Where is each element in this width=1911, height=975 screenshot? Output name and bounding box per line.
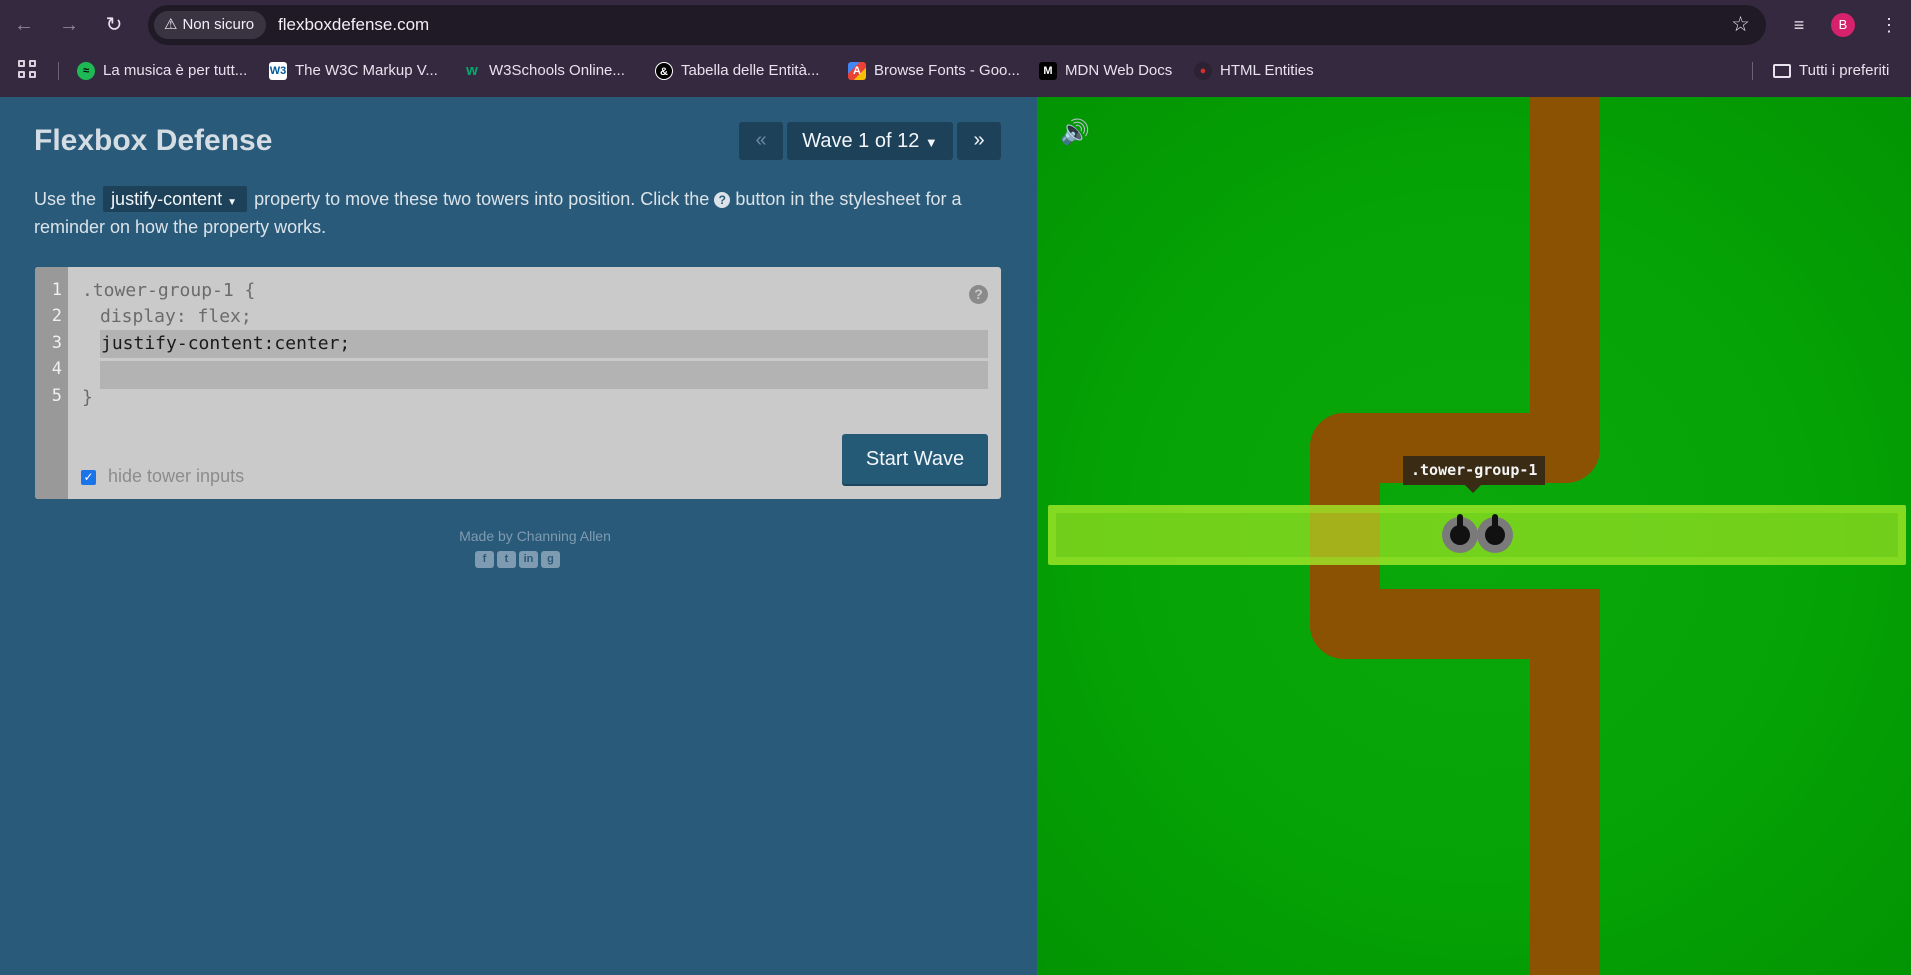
profile-avatar[interactable]: B xyxy=(1831,13,1855,37)
folder-icon xyxy=(1773,63,1791,78)
warning-icon: ⚠ xyxy=(164,16,178,33)
instructions-before: Use the xyxy=(34,189,97,209)
bookmark-label: Tabella delle Entità... xyxy=(681,62,820,79)
menu-kebab-icon[interactable]: ⋮ xyxy=(1876,12,1902,38)
sound-toggle-icon[interactable]: 🔊 xyxy=(1060,118,1090,147)
address-bar[interactable]: ⚠ Non sicuro flexboxdefense.com ☆ xyxy=(148,5,1766,45)
caret-down-icon: ▼ xyxy=(227,197,238,208)
linkedin-icon[interactable]: in xyxy=(519,551,538,568)
enemy-path xyxy=(1530,589,1600,975)
back-button[interactable]: ← xyxy=(11,12,37,38)
twitter-icon[interactable]: t xyxy=(497,551,516,568)
property-dropdown[interactable]: justify-content ▼ xyxy=(103,186,248,212)
facebook-icon[interactable]: f xyxy=(475,551,494,568)
bookmark-label: The W3C Markup V... xyxy=(295,62,438,79)
tower-group-tooltip: .tower-group-1 xyxy=(1403,456,1546,485)
url-text[interactable]: flexboxdefense.com xyxy=(278,5,429,45)
game-board: 🔊 .tower-group-1 xyxy=(1037,97,1911,975)
bookmark-spotify[interactable]: ≈ La musica è per tutt... xyxy=(77,50,247,91)
bookmark-google-fonts[interactable]: A Browse Fonts - Goo... xyxy=(848,50,1020,91)
google-fonts-icon: A xyxy=(848,61,866,80)
code-closing-brace: } xyxy=(82,387,93,408)
bookmark-label: HTML Entities xyxy=(1220,62,1314,79)
property-name: justify-content xyxy=(111,189,223,209)
entities-icon: & xyxy=(655,61,673,80)
security-label: Non sicuro xyxy=(182,16,255,33)
start-wave-button[interactable]: Start Wave xyxy=(842,434,988,484)
tower xyxy=(1442,514,1478,553)
spotify-icon: ≈ xyxy=(77,61,95,80)
bookmark-label: Browse Fonts - Goo... xyxy=(874,62,1020,79)
media-control-icon[interactable]: ≡ xyxy=(1786,12,1812,38)
mdn-icon: M xyxy=(1039,61,1057,80)
next-wave-button[interactable]: » xyxy=(957,122,1001,160)
credit-text: Made by Channing Allen xyxy=(459,528,611,544)
social-links: f t in g xyxy=(475,551,560,568)
w3c-icon: W3 xyxy=(269,61,287,80)
browser-chrome: ← → ↻ ⚠ Non sicuro flexboxdefense.com ☆ ≡… xyxy=(0,0,1911,97)
bookmark-label: MDN Web Docs xyxy=(1065,62,1173,79)
bookmark-html-entities[interactable]: ● HTML Entities xyxy=(1194,50,1314,91)
bookmark-star-icon[interactable]: ☆ xyxy=(1731,5,1750,45)
hide-inputs-checkbox[interactable]: ✓ xyxy=(81,470,96,485)
css-input-line-4[interactable] xyxy=(100,361,988,389)
reload-button[interactable]: ↻ xyxy=(101,12,127,38)
wave-selector[interactable]: Wave 1 of 12 ▼ xyxy=(787,122,953,160)
instructions-middle: property to move these two towers into p… xyxy=(254,189,710,209)
bookmark-w3c[interactable]: W3 The W3C Markup V... xyxy=(269,50,438,91)
caret-down-icon: ▼ xyxy=(924,135,938,150)
browser-toolbar: ← → ↻ ⚠ Non sicuro flexboxdefense.com ☆ ≡… xyxy=(0,0,1911,50)
w3schools-icon: w xyxy=(466,61,478,79)
stylesheet-editor: 1 2 3 4 5 .tower-group-1 { display: flex… xyxy=(35,267,1001,499)
hide-inputs-label[interactable]: hide tower inputs xyxy=(108,466,244,487)
bookmarks-separator xyxy=(1752,62,1753,80)
github-icon[interactable]: g xyxy=(541,551,560,568)
code-selector-line: .tower-group-1 { xyxy=(82,280,256,301)
line-number: 1 xyxy=(51,280,62,300)
html-entities-icon: ● xyxy=(1194,61,1212,80)
code-display-line: display: flex; xyxy=(100,306,252,327)
help-question-button[interactable]: ? xyxy=(969,285,988,304)
page-title: Flexbox Defense xyxy=(34,124,273,157)
bookmarks-bar: ≈ La musica è per tutt... W3 The W3C Marku… xyxy=(0,50,1911,91)
prev-wave-button[interactable]: « xyxy=(739,122,783,160)
instructions-text: Use the justify-content ▼ property to mo… xyxy=(34,185,1004,241)
line-number: 5 xyxy=(51,386,62,406)
wave-label: Wave 1 of 12 xyxy=(802,130,920,152)
forward-button[interactable]: → xyxy=(56,12,82,38)
instructions-panel: Flexbox Defense « Wave 1 of 12 ▼ » Use t… xyxy=(0,97,1037,975)
css-input-line-3[interactable]: justify-content:center; xyxy=(100,330,988,358)
bookmark-w3schools[interactable]: w W3Schools Online... xyxy=(463,50,625,91)
line-number: 4 xyxy=(51,359,62,379)
line-number: 2 xyxy=(51,306,62,326)
line-number: 3 xyxy=(51,333,62,353)
security-chip[interactable]: ⚠ Non sicuro xyxy=(154,11,267,39)
tower xyxy=(1477,514,1513,553)
all-bookmarks-label: Tutti i preferiti xyxy=(1799,62,1890,79)
enemy-path xyxy=(1530,97,1600,437)
bookmark-entities-table[interactable]: & Tabella delle Entità... xyxy=(655,50,819,91)
question-icon: ? xyxy=(714,192,731,208)
bookmark-mdn[interactable]: M MDN Web Docs xyxy=(1039,50,1172,91)
bookmark-label: W3Schools Online... xyxy=(489,62,625,79)
tooltip-arrow xyxy=(1465,485,1481,493)
bookmark-label: La musica è per tutt... xyxy=(103,62,248,79)
all-bookmarks-folder[interactable]: Tutti i preferiti xyxy=(1773,50,1889,91)
line-number-gutter: 1 2 3 4 5 xyxy=(35,267,68,499)
